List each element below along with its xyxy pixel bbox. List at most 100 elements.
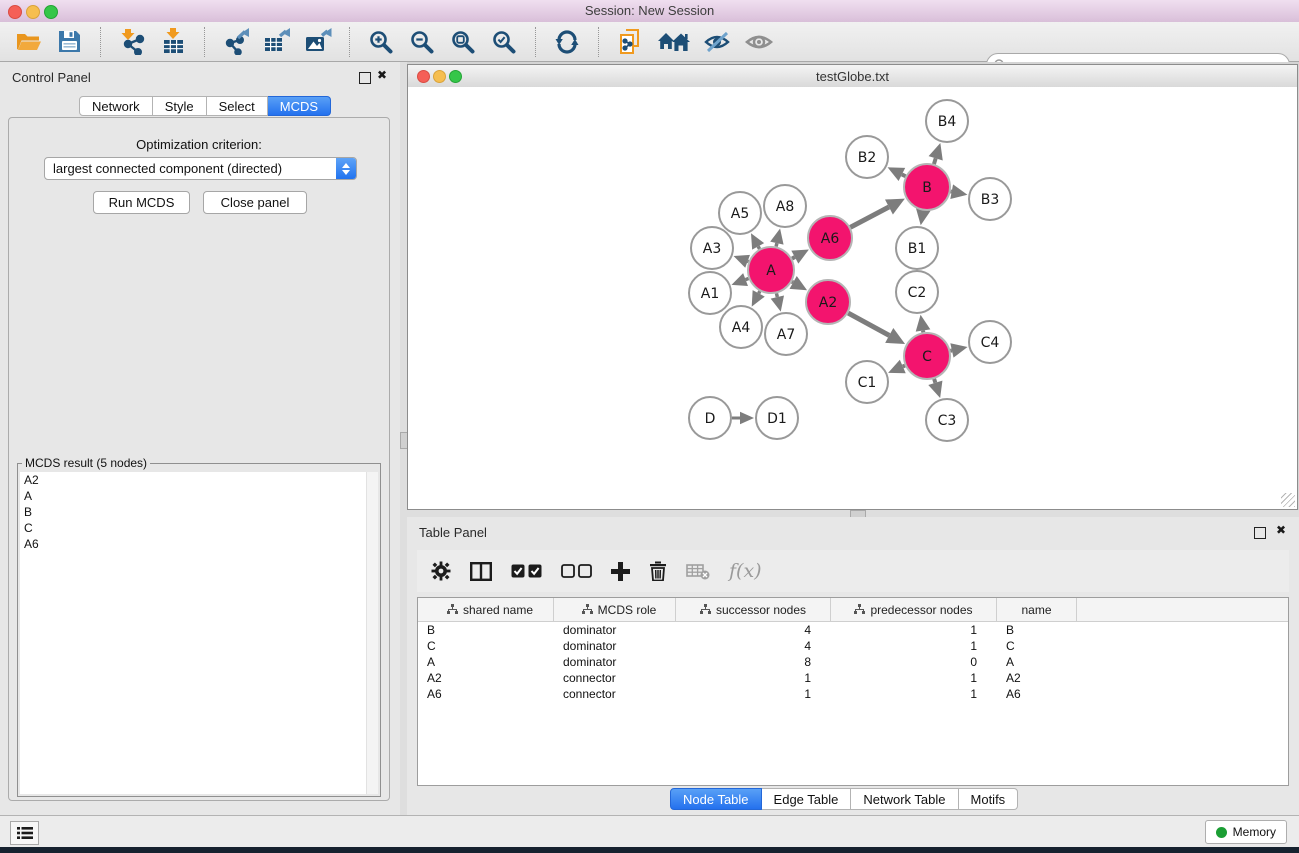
tab-mcds[interactable]: MCDS xyxy=(268,96,331,116)
zoom-out-button[interactable] xyxy=(408,28,436,56)
tab-motifs[interactable]: Motifs xyxy=(959,788,1019,810)
graph-node-A1[interactable]: A1 xyxy=(689,272,731,314)
list-item[interactable]: A2 xyxy=(20,472,378,488)
zoom-selected-button[interactable] xyxy=(490,28,518,56)
graph-node-B3[interactable]: B3 xyxy=(969,178,1011,220)
graph-edge-C-C2[interactable] xyxy=(916,315,931,333)
graph-node-A3[interactable]: A3 xyxy=(691,227,733,269)
graph-node-C3[interactable]: C3 xyxy=(926,399,968,441)
graph-node-A2[interactable]: A2 xyxy=(806,280,850,324)
create-column-plus-icon[interactable] xyxy=(611,562,630,581)
toolbar-separator xyxy=(100,27,101,57)
graph-node-A4[interactable]: A4 xyxy=(720,306,762,348)
show-column-panel-icon[interactable] xyxy=(470,562,492,581)
control-panel-title: Control Panel xyxy=(12,70,91,85)
list-item[interactable]: A6 xyxy=(20,536,378,552)
table-row[interactable]: A2 connector 1 1 A2 xyxy=(418,670,1288,686)
column-header-mcds-role[interactable]: MCDS role xyxy=(554,598,676,621)
graph-edge-C-C3[interactable] xyxy=(928,379,942,398)
table-row[interactable]: A6 connector 1 1 A6 xyxy=(418,686,1288,702)
table-row[interactable]: A dominator 8 0 A xyxy=(418,654,1288,670)
graph-node-A8[interactable]: A8 xyxy=(764,185,806,227)
column-type-icon xyxy=(447,604,458,615)
list-item[interactable]: C xyxy=(20,520,378,536)
import-table-button[interactable] xyxy=(159,28,187,56)
tab-style[interactable]: Style xyxy=(153,96,207,116)
column-header-successor-nodes[interactable]: successor nodes xyxy=(676,598,831,621)
list-item[interactable]: B xyxy=(20,504,378,520)
export-image-button[interactable] xyxy=(304,28,332,56)
export-table-button[interactable] xyxy=(263,28,291,56)
graph-node-D1[interactable]: D1 xyxy=(756,397,798,439)
memory-status-button[interactable]: Memory xyxy=(1205,820,1287,844)
delete-column-trash-icon[interactable] xyxy=(649,561,667,581)
vertical-splitter[interactable] xyxy=(400,62,407,815)
table-row[interactable]: B dominator 4 1 B xyxy=(418,622,1288,638)
window-resize-grip[interactable] xyxy=(1281,493,1295,507)
graph-edge-A6-B[interactable] xyxy=(850,199,905,228)
graph-edge-B-B4[interactable] xyxy=(929,143,943,164)
graph-node-A5[interactable]: A5 xyxy=(719,192,761,234)
close-panel-button[interactable]: Close panel xyxy=(203,191,307,214)
import-network-button[interactable] xyxy=(118,28,146,56)
export-network-button[interactable] xyxy=(222,28,250,56)
save-session-button[interactable] xyxy=(55,28,83,56)
zoom-fit-button[interactable] xyxy=(449,28,477,56)
select-all-columns-icon[interactable] xyxy=(511,564,542,578)
horizontal-splitter[interactable] xyxy=(407,510,1299,517)
optimization-criterion-dropdown[interactable]: largest connected component (directed) xyxy=(44,157,357,180)
tab-edge-table[interactable]: Edge Table xyxy=(762,788,852,810)
float-table-panel-button[interactable] xyxy=(1254,527,1266,539)
graph-node-B4[interactable]: B4 xyxy=(926,100,968,142)
open-session-button[interactable] xyxy=(14,28,42,56)
graph-node-A7[interactable]: A7 xyxy=(765,313,807,355)
close-panel-icon[interactable]: ✖ xyxy=(377,68,387,82)
graph-edge-A2-C[interactable] xyxy=(848,313,905,344)
tab-select[interactable]: Select xyxy=(207,96,268,116)
tab-network[interactable]: Network xyxy=(79,96,153,116)
column-header-predecessor-nodes[interactable]: predecessor nodes xyxy=(831,598,997,621)
graph-edge-B-B3[interactable] xyxy=(950,184,967,199)
unselect-all-columns-icon[interactable] xyxy=(561,564,592,578)
network-graph[interactable]: A A1 A2 A3 A4 A5 A6 A7 A8 B B1 B2 B3B4 C C1 C2 C3C4 D D1 xyxy=(408,87,1297,508)
result-scrollbar[interactable] xyxy=(366,472,378,794)
column-header-shared-name[interactable]: shared name xyxy=(418,598,554,621)
graph-edge-A-A6[interactable] xyxy=(791,249,809,263)
clone-network-button[interactable] xyxy=(616,28,644,56)
graph-edge-D-D1[interactable] xyxy=(732,412,754,425)
graph-node-C2[interactable]: C2 xyxy=(896,271,938,313)
tab-network-table[interactable]: Network Table xyxy=(851,788,958,810)
network-canvas[interactable]: A A1 A2 A3 A4 A5 A6 A7 A8 B B1 B2 B3B4 C C1 C2 C3C4 D D1 xyxy=(408,87,1297,508)
graph-node-C4[interactable]: C4 xyxy=(969,321,1011,363)
run-mcds-button[interactable]: Run MCDS xyxy=(93,191,190,214)
graph-node-A[interactable]: A xyxy=(748,247,794,293)
graph-node-B2[interactable]: B2 xyxy=(846,136,888,178)
list-item[interactable]: A xyxy=(20,488,378,504)
close-table-panel-icon[interactable]: ✖ xyxy=(1276,523,1286,537)
graph-node-B1[interactable]: B1 xyxy=(896,227,938,269)
graph-edge-A-A7[interactable] xyxy=(771,293,784,311)
graph-edge-C-C4[interactable] xyxy=(950,343,967,357)
column-header-name[interactable]: name xyxy=(997,598,1077,621)
show-task-history-button[interactable] xyxy=(10,821,39,845)
home-layout-button[interactable] xyxy=(657,28,691,56)
tab-node-table[interactable]: Node Table xyxy=(670,788,762,810)
hide-graphics-details-button[interactable] xyxy=(704,28,732,56)
graph-edge-A-A4[interactable] xyxy=(752,290,765,306)
graph-edge-A-A5[interactable] xyxy=(751,233,764,249)
graph-node-C[interactable]: C xyxy=(904,333,950,379)
refresh-view-button[interactable] xyxy=(553,28,581,56)
zoom-in-button[interactable] xyxy=(367,28,395,56)
graph-edge-A-A1[interactable] xyxy=(732,273,749,286)
graph-node-D[interactable]: D xyxy=(689,397,731,439)
float-panel-button[interactable] xyxy=(359,72,371,84)
table-settings-gear-icon[interactable] xyxy=(431,561,451,581)
show-graphics-details-button[interactable] xyxy=(745,28,773,56)
graph-edge-A-A8[interactable] xyxy=(770,228,783,246)
graph-edge-B-B2[interactable] xyxy=(888,167,906,181)
graph-node-A6[interactable]: A6 xyxy=(808,216,852,260)
graph-node-B[interactable]: B xyxy=(904,164,950,210)
graph-node-C1[interactable]: C1 xyxy=(846,361,888,403)
graph-edge-C-C1[interactable] xyxy=(888,360,906,374)
table-row[interactable]: C dominator 4 1 C xyxy=(418,638,1288,654)
